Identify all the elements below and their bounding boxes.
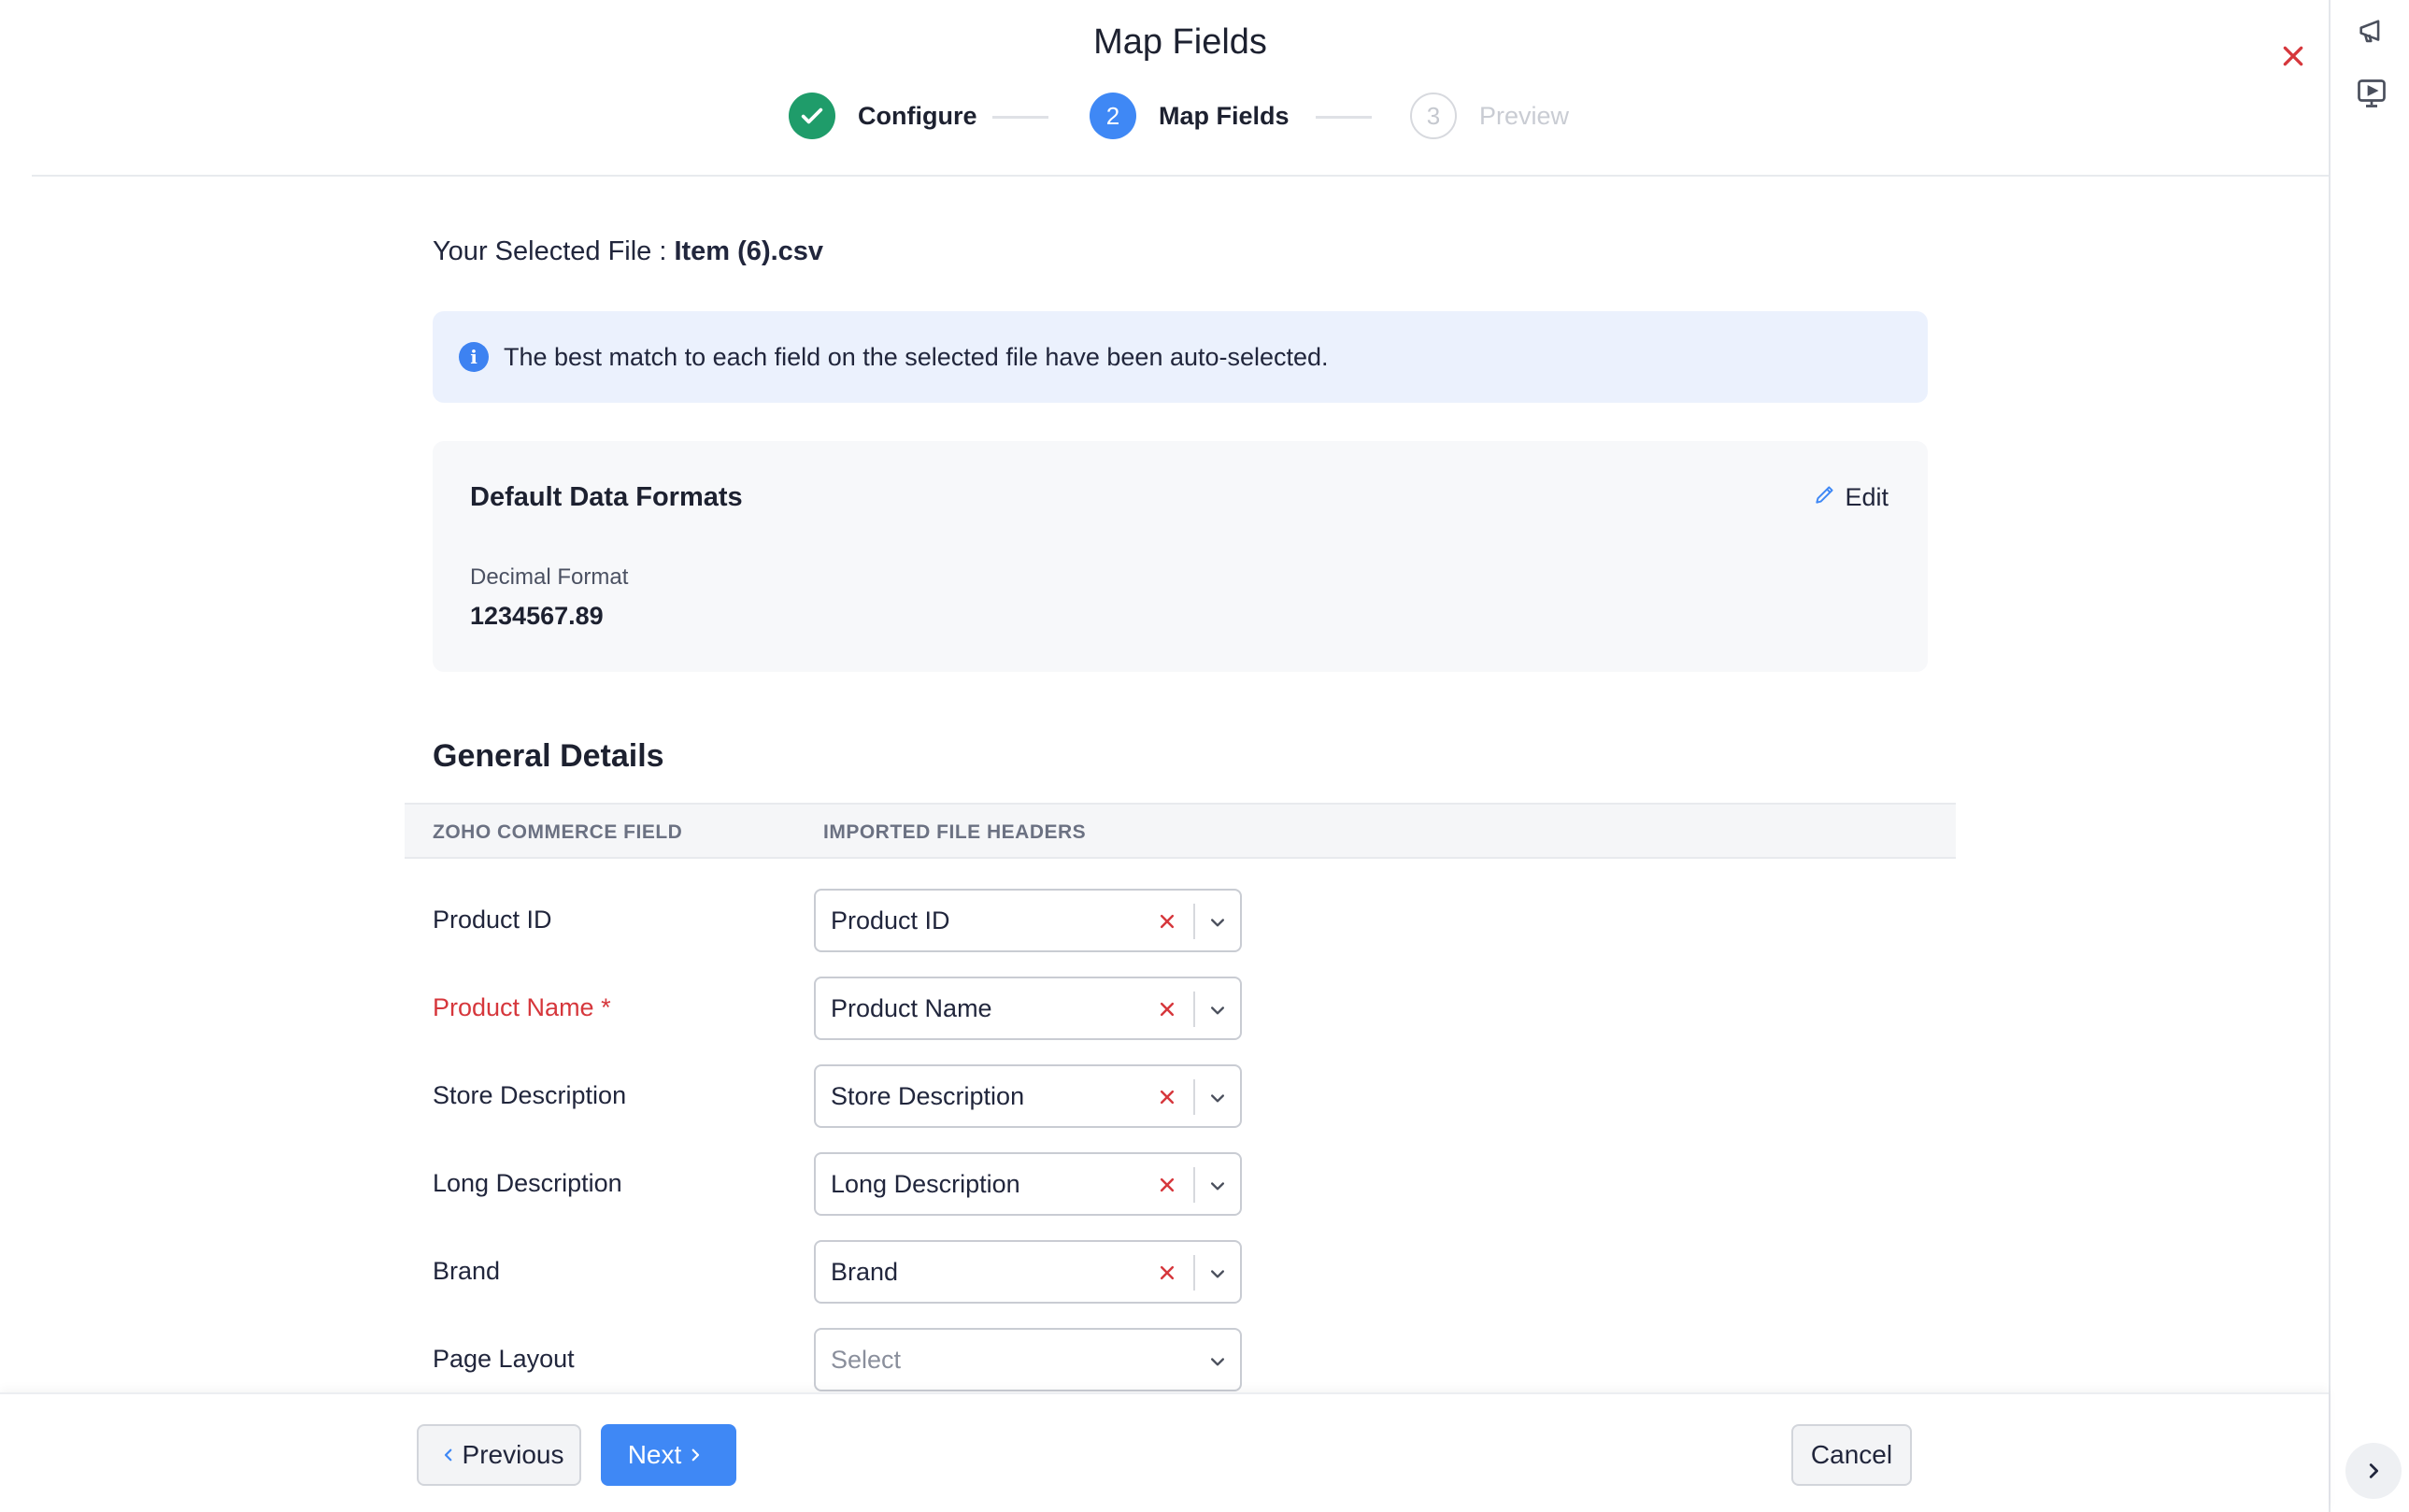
chevron-right-icon bbox=[681, 1440, 709, 1470]
edit-formats-link[interactable]: Edit bbox=[1813, 482, 1889, 513]
step-map-fields[interactable]: 2 Map Fields bbox=[1090, 91, 1290, 141]
divider bbox=[1193, 904, 1195, 939]
field-label: Product ID bbox=[433, 906, 552, 934]
column-header-field: ZOHO COMMERCE FIELD bbox=[433, 821, 683, 843]
selected-file: Your Selected File : Item (6).csv bbox=[433, 236, 823, 267]
select-value: Product Name bbox=[831, 994, 992, 1022]
step-number-badge: 2 bbox=[1090, 93, 1136, 139]
chevron-down-icon[interactable] bbox=[1204, 997, 1231, 1023]
step-label: Configure bbox=[858, 101, 977, 130]
select-value: Brand bbox=[831, 1258, 899, 1286]
previous-label: Previous bbox=[462, 1440, 564, 1469]
next-label: Next bbox=[627, 1440, 682, 1469]
default-data-formats-card: Default Data Formats Edit Decimal Format… bbox=[433, 441, 1928, 672]
info-banner-text: The best match to each field on the sele… bbox=[504, 342, 1329, 371]
chevron-down-icon[interactable] bbox=[1204, 1173, 1231, 1199]
check-icon bbox=[789, 93, 835, 139]
field-label: Brand bbox=[433, 1257, 501, 1285]
page-title: Map Fields bbox=[1093, 22, 1267, 62]
divider bbox=[1193, 1167, 1195, 1203]
section-title: General Details bbox=[433, 738, 664, 774]
clear-icon[interactable] bbox=[1154, 1260, 1180, 1286]
step-number-badge: 3 bbox=[1410, 93, 1457, 139]
cancel-button[interactable]: Cancel bbox=[1791, 1424, 1912, 1486]
right-rail bbox=[2329, 0, 2409, 1512]
cancel-label: Cancel bbox=[1810, 1440, 1893, 1469]
header-select[interactable]: Brand bbox=[814, 1240, 1242, 1304]
clear-icon[interactable] bbox=[1154, 1172, 1180, 1198]
mapping-row: Product ID Product ID bbox=[433, 889, 1928, 954]
clear-icon[interactable] bbox=[1154, 908, 1180, 934]
selected-file-name: Item (6).csv bbox=[674, 236, 824, 266]
table-header: ZOHO COMMERCE FIELD IMPORTED FILE HEADER… bbox=[405, 803, 1956, 859]
pencil-icon bbox=[1813, 482, 1845, 513]
footer-bar: Previous Next Cancel bbox=[0, 1392, 2329, 1512]
header-select[interactable]: Long Description bbox=[814, 1152, 1242, 1216]
clear-icon[interactable] bbox=[1154, 996, 1180, 1022]
step-preview: 3 Preview bbox=[1410, 91, 1569, 141]
decimal-format-value: 1234567.89 bbox=[470, 602, 604, 630]
column-header-file: IMPORTED FILE HEADERS bbox=[823, 821, 1087, 843]
mapping-row: Product Name * Product Name bbox=[433, 977, 1928, 1042]
video-tutorial-icon[interactable] bbox=[2355, 77, 2388, 110]
step-label: Preview bbox=[1479, 101, 1570, 130]
mapping-row: Page Layout Select bbox=[433, 1328, 1928, 1393]
chevron-down-icon[interactable] bbox=[1204, 1261, 1231, 1287]
select-placeholder: Select bbox=[831, 1346, 902, 1374]
card-title: Default Data Formats bbox=[470, 482, 743, 512]
chevron-down-icon[interactable] bbox=[1204, 909, 1231, 935]
step-connector bbox=[1316, 116, 1372, 119]
divider bbox=[1193, 991, 1195, 1027]
stepper: Configure 2 Map Fields 3 Preview bbox=[32, 91, 2329, 141]
clear-icon[interactable] bbox=[1154, 1084, 1180, 1110]
header-select[interactable]: Store Description bbox=[814, 1064, 1242, 1128]
select-value: Store Description bbox=[831, 1082, 1025, 1110]
chevron-down-icon[interactable] bbox=[1204, 1348, 1231, 1375]
header-select[interactable]: Product Name bbox=[814, 977, 1242, 1040]
field-label: Store Description bbox=[433, 1081, 627, 1109]
field-label: Product Name * bbox=[433, 993, 611, 1021]
field-label: Long Description bbox=[433, 1169, 622, 1197]
close-icon[interactable] bbox=[2274, 37, 2312, 75]
selected-file-prefix: Your Selected File : bbox=[433, 236, 675, 266]
step-connector bbox=[992, 116, 1048, 119]
chevron-down-icon[interactable] bbox=[1204, 1085, 1231, 1111]
announcement-icon[interactable] bbox=[2355, 15, 2388, 49]
mapping-row: Long Description Long Description bbox=[433, 1152, 1928, 1218]
chevron-left-icon bbox=[435, 1440, 463, 1470]
step-label: Map Fields bbox=[1159, 101, 1290, 130]
divider bbox=[1193, 1079, 1195, 1115]
select-value: Long Description bbox=[831, 1170, 1020, 1198]
info-banner: i The best match to each field on the se… bbox=[433, 311, 1928, 403]
edit-label: Edit bbox=[1845, 483, 1889, 511]
field-label: Page Layout bbox=[433, 1345, 575, 1373]
decimal-format-label: Decimal Format bbox=[470, 564, 629, 590]
wizard-header: Map Fields Configure 2 Map Fields 3 Prev… bbox=[32, 0, 2329, 177]
header-select[interactable]: Select bbox=[814, 1328, 1242, 1391]
next-button[interactable]: Next bbox=[601, 1424, 736, 1486]
divider bbox=[1193, 1255, 1195, 1291]
info-icon: i bbox=[459, 342, 489, 372]
select-value: Product ID bbox=[831, 906, 950, 934]
previous-button[interactable]: Previous bbox=[417, 1424, 581, 1486]
expand-panel-button[interactable] bbox=[2345, 1443, 2402, 1499]
mapping-row: Store Description Store Description bbox=[433, 1064, 1928, 1130]
mapping-row: Brand Brand bbox=[433, 1240, 1928, 1305]
step-configure[interactable]: Configure bbox=[789, 91, 977, 141]
header-select[interactable]: Product ID bbox=[814, 889, 1242, 952]
